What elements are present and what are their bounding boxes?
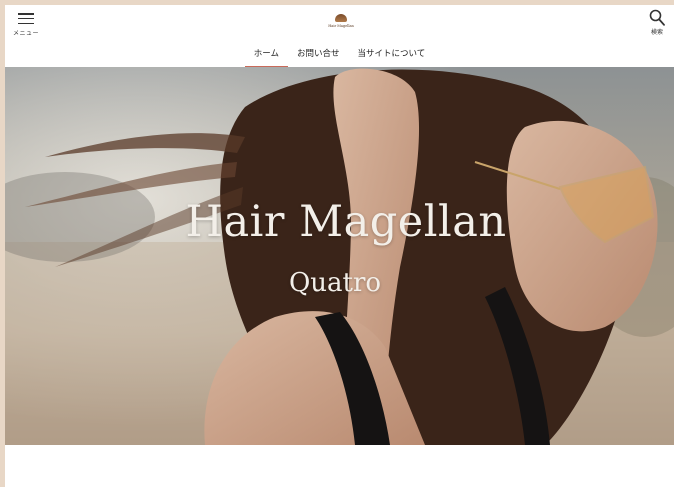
nav-item-contact[interactable]: お問い合せ <box>288 43 349 67</box>
page: メニュー Hair Magellan 検索 ホーム お問い合せ 当サイトについて <box>5 5 674 487</box>
nav-item-about[interactable]: 当サイトについて <box>349 43 435 67</box>
search-button[interactable]: 検索 <box>646 9 668 39</box>
menu-label: メニュー <box>12 30 39 37</box>
hero-subtitle: Quatro <box>288 268 382 298</box>
search-icon <box>649 9 665 26</box>
search-label: 検索 <box>650 29 663 36</box>
logo-mark-icon <box>335 14 347 22</box>
main-nav: ホーム お問い合せ 当サイトについて <box>5 43 674 68</box>
hero-title: Hair Magellan <box>185 197 507 247</box>
menu-button[interactable]: メニュー <box>9 11 43 39</box>
site-logo[interactable]: Hair Magellan <box>327 14 355 34</box>
hero-image <box>5 67 674 445</box>
hero-banner: Hair Magellan Quatro <box>5 67 674 445</box>
logo-text: Hair Magellan <box>328 24 354 28</box>
nav-item-home[interactable]: ホーム <box>244 43 289 68</box>
hamburger-icon <box>18 13 34 24</box>
